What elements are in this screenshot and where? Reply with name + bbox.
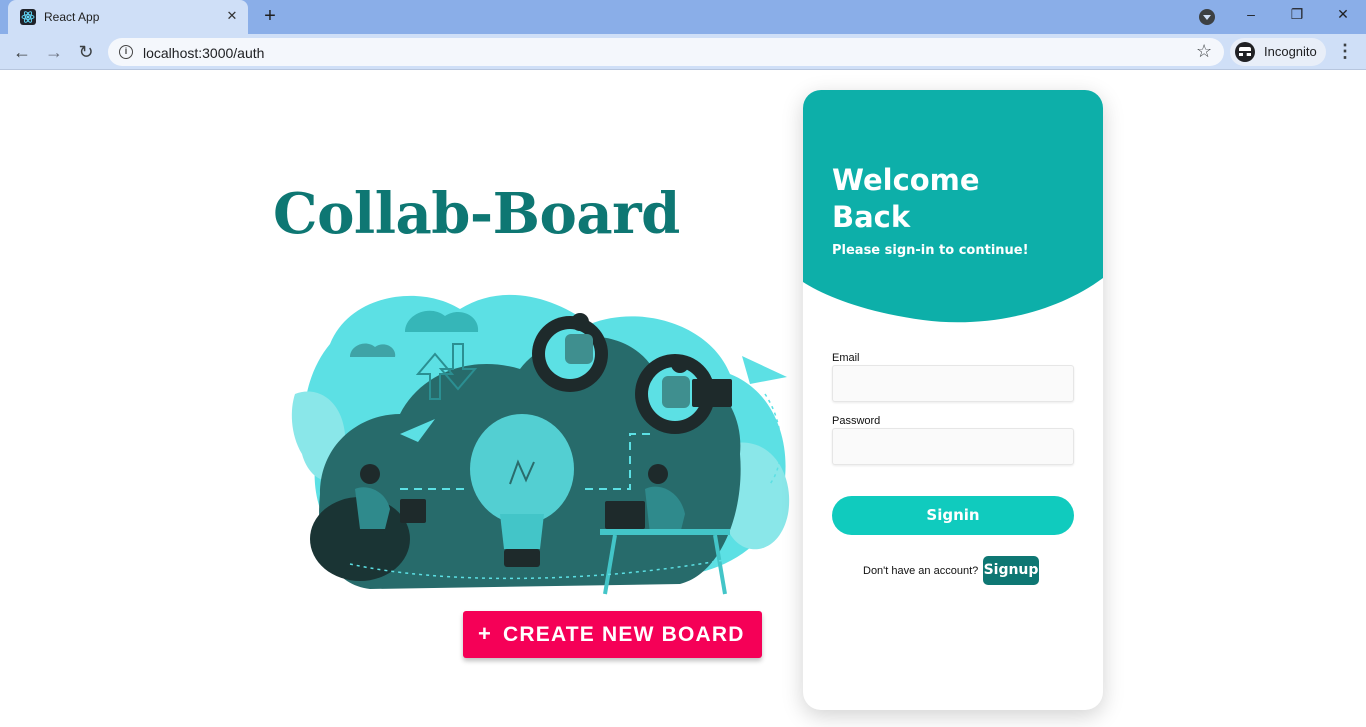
app-title: Collab-Board: [273, 181, 680, 247]
create-new-board-label: CREATE NEW BOARD: [503, 623, 745, 646]
signup-button[interactable]: Signup: [983, 556, 1039, 585]
email-label: Email: [832, 352, 860, 364]
react-logo-icon: [20, 9, 36, 25]
no-account-text: Don't have an account?: [863, 565, 979, 577]
window-close-button[interactable]: ✕: [1320, 0, 1366, 30]
welcome-heading: Welcome Back: [832, 163, 980, 234]
password-label: Password: [832, 415, 881, 427]
address-bar-url[interactable]: localhost:3000/auth: [143, 45, 264, 61]
reload-icon[interactable]: ↻: [74, 40, 98, 64]
browser-toolbar: ← → ↻ i localhost:3000/auth ☆ Incognito …: [0, 34, 1366, 70]
site-info-icon[interactable]: i: [119, 45, 133, 59]
tab-search-icon[interactable]: [1199, 9, 1215, 25]
password-field[interactable]: [832, 428, 1074, 465]
auth-page: Collab-Board + CREATE NEW BOARD Welcome …: [0, 71, 1366, 727]
window-minimize-button[interactable]: –: [1228, 0, 1274, 30]
back-arrow-icon[interactable]: ←: [10, 40, 34, 64]
incognito-profile-button[interactable]: Incognito: [1230, 38, 1326, 66]
team-collaboration-illustration: [291, 294, 790, 595]
browser-menu-icon[interactable]: ⋮: [1336, 40, 1354, 64]
browser-tab-react-app[interactable]: React App ✕: [8, 0, 248, 34]
window-restore-button[interactable]: ❐: [1274, 0, 1320, 30]
signin-button[interactable]: Signin: [832, 496, 1074, 535]
new-tab-button[interactable]: +: [258, 5, 282, 29]
signin-card: Welcome Back Please sign-in to continue!…: [803, 90, 1103, 710]
forward-arrow-icon[interactable]: →: [42, 40, 66, 64]
address-bar[interactable]: i localhost:3000/auth ☆: [108, 38, 1224, 66]
incognito-icon: [1235, 42, 1255, 62]
bookmark-star-icon[interactable]: ☆: [1196, 41, 1212, 62]
signin-subtitle: Please sign-in to continue!: [832, 243, 1029, 258]
incognito-label: Incognito: [1264, 44, 1317, 59]
email-field[interactable]: [832, 365, 1074, 402]
tab-close-icon[interactable]: ✕: [222, 6, 242, 26]
plus-icon: +: [478, 621, 491, 646]
tab-title: React App: [44, 10, 100, 24]
browser-tab-strip: React App ✕ + – ❐ ✕: [0, 0, 1366, 34]
create-new-board-button[interactable]: + CREATE NEW BOARD: [463, 611, 762, 658]
